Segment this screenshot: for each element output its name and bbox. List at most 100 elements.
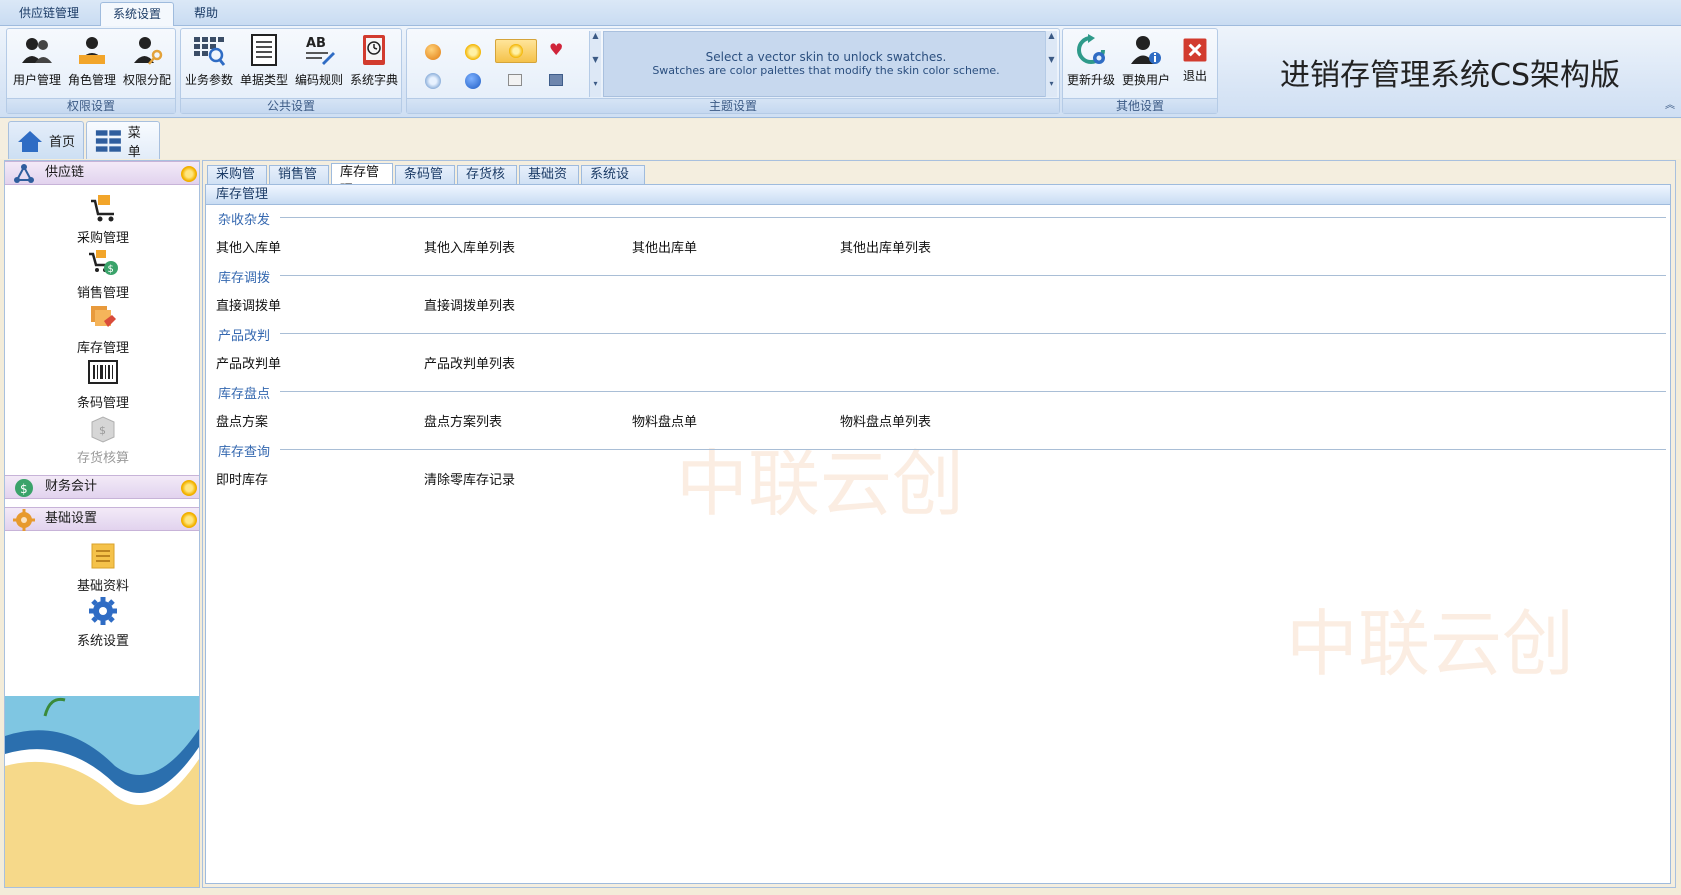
grid-search-icon xyxy=(194,37,226,66)
switch-user-button[interactable]: 更换用户 xyxy=(1118,31,1174,95)
menu-grid-icon xyxy=(95,129,121,152)
link-clear-zero-inventory[interactable]: 清除零库存记录 xyxy=(424,469,515,488)
section-divider xyxy=(280,333,1666,334)
section-inventory-query: 库存查询 xyxy=(218,445,271,460)
sun-icon xyxy=(181,480,197,496)
user-management-button[interactable]: 用户管理 xyxy=(9,31,65,95)
app-title: 进销存管理系统CS架构版 xyxy=(1280,58,1620,93)
skin-swatch-dark[interactable] xyxy=(549,74,563,86)
inventory-panel: 中联云创 中联云创 库存管理 杂收杂发 其他入库单 其他入库单列表 其他出库单 … xyxy=(205,184,1671,884)
ribbon-tab-system-settings[interactable]: 系统设置 xyxy=(100,2,174,26)
role-icon xyxy=(79,37,105,64)
link-other-outbound-list[interactable]: 其他出库单列表 xyxy=(840,237,931,256)
key-user-icon xyxy=(134,37,163,65)
notes-icon xyxy=(91,543,115,569)
link-product-regrade[interactable]: 产品改判单 xyxy=(216,353,281,372)
users-icon xyxy=(22,38,52,63)
skin-swatch-snowflake[interactable] xyxy=(425,73,441,89)
nav-item-sales[interactable]: $ 销售管理 xyxy=(5,248,199,306)
section-divider xyxy=(280,275,1666,276)
module-tab-bar: 采购管理 销售管理 库存管理 条码管理 存货核算 基础资料 系统设置 xyxy=(203,163,1675,200)
system-dictionary-button[interactable]: 系统字典 xyxy=(346,31,402,95)
watermark: 中联云创 xyxy=(676,442,965,526)
watermark: 中联云创 xyxy=(1286,602,1575,686)
ribbon-collapse-icon[interactable]: ︽ xyxy=(1665,96,1675,111)
svg-text:AB: AB xyxy=(306,36,326,51)
ribbon-tab-supply-chain[interactable]: 供应链管理 xyxy=(8,2,90,26)
skin-gallery[interactable]: ♥ xyxy=(407,31,595,97)
tab-inventory[interactable]: 库存管理 xyxy=(331,163,393,198)
tab-sales[interactable]: 销售管理 xyxy=(269,165,329,200)
role-management-button[interactable]: 角色管理 xyxy=(64,31,120,95)
link-product-regrade-list[interactable]: 产品改判单列表 xyxy=(424,353,515,372)
sun-icon xyxy=(181,512,197,528)
svg-text:$: $ xyxy=(20,482,28,496)
nav-item-purchase[interactable]: 采购管理 xyxy=(5,193,199,251)
cart-icon xyxy=(91,195,114,222)
nav-item-barcode[interactable]: 条码管理 xyxy=(5,358,199,416)
link-realtime-inventory[interactable]: 即时库存 xyxy=(216,469,268,488)
box-money-icon: $ xyxy=(91,416,115,443)
nav-item-system-settings[interactable]: 系统设置 xyxy=(5,596,199,654)
tab-system-settings[interactable]: 系统设置 xyxy=(581,165,645,200)
skin-swatch-selected[interactable] xyxy=(495,39,537,63)
encoding-rules-button[interactable]: AB 编码规则 xyxy=(291,31,347,95)
refresh-gear-icon xyxy=(1077,34,1105,64)
link-other-outbound[interactable]: 其他出库单 xyxy=(632,237,697,256)
dictionary-icon xyxy=(363,35,385,65)
nav-item-costing[interactable]: $ 存货核算 xyxy=(5,413,199,471)
close-icon xyxy=(1183,38,1207,62)
link-material-stocktake-list[interactable]: 物料盘点单列表 xyxy=(840,411,931,430)
business-params-button[interactable]: 业务参数 xyxy=(181,31,237,95)
link-direct-transfer[interactable]: 直接调拨单 xyxy=(216,295,281,314)
skin-gallery-scrollbar[interactable]: ▲ ▼ ▾ xyxy=(589,31,601,97)
user-info-icon xyxy=(1131,36,1161,64)
nav-item-inventory[interactable]: 库存管理 xyxy=(5,303,199,361)
tab-barcode[interactable]: 条码管理 xyxy=(395,165,455,200)
skin-swatch-sun[interactable] xyxy=(465,44,481,60)
settings-gear-icon xyxy=(89,597,117,625)
link-material-stocktake[interactable]: 物料盘点单 xyxy=(632,411,697,430)
ribbon-tab-help[interactable]: 帮助 xyxy=(184,2,228,26)
skin-swatch-heart[interactable]: ♥ xyxy=(549,42,563,58)
group-other: 更新升级 更换用户 退出 其他设置 xyxy=(1062,28,1218,114)
swatch-scrollbar[interactable]: ▲ ▼ ▾ xyxy=(1045,31,1057,97)
link-direct-transfer-list[interactable]: 直接调拨单列表 xyxy=(424,295,515,314)
money-icon: $ xyxy=(15,479,33,497)
document-type-button[interactable]: 单据类型 xyxy=(236,31,292,95)
tab-base-data[interactable]: 基础资料 xyxy=(519,165,579,200)
link-stocktake-plan[interactable]: 盘点方案 xyxy=(216,411,268,430)
skin-swatch-blue[interactable] xyxy=(465,73,481,89)
tab-home[interactable]: 首页 xyxy=(8,121,84,159)
nav-item-base-data[interactable]: 基础资料 xyxy=(5,541,199,599)
panel-title: 库存管理 xyxy=(206,185,1670,205)
link-other-inbound[interactable]: 其他入库单 xyxy=(216,237,281,256)
nav-section-base-settings[interactable]: 基础设置 xyxy=(5,507,199,531)
svg-text:$: $ xyxy=(108,264,114,275)
permission-assign-button[interactable]: 权限分配 xyxy=(119,31,175,95)
exit-button[interactable]: 退出 xyxy=(1173,31,1217,95)
nav-section-finance[interactable]: $ 财务会计 xyxy=(5,475,199,499)
document-tab-bar: 首页 菜单 xyxy=(0,119,1681,160)
barcode-icon xyxy=(88,360,118,384)
tab-costing[interactable]: 存货核算 xyxy=(457,165,517,200)
group-permission-label: 权限设置 xyxy=(7,98,175,113)
update-upgrade-button[interactable]: 更新升级 xyxy=(1063,31,1119,95)
group-public: 业务参数 单据类型 AB 编码规则 系统字典 公共设置 xyxy=(180,28,402,114)
section-transfer: 库存调拨 xyxy=(218,271,271,286)
skin-swatch-gray[interactable] xyxy=(508,74,522,86)
tab-purchase[interactable]: 采购管理 xyxy=(207,165,267,200)
svg-text:$: $ xyxy=(99,424,106,437)
gear-icon xyxy=(13,509,35,531)
skin-message: Select a vector skin to unlock swatches.… xyxy=(603,31,1049,97)
skin-swatch-orange[interactable] xyxy=(425,44,441,60)
tab-menu[interactable]: 菜单 xyxy=(86,121,160,160)
section-product-regrade: 产品改判 xyxy=(218,329,271,344)
section-divider xyxy=(280,391,1666,392)
link-other-inbound-list[interactable]: 其他入库单列表 xyxy=(424,237,515,256)
ribbon-tab-bar: 供应链管理 系统设置 帮助 xyxy=(0,0,1681,26)
link-stocktake-plan-list[interactable]: 盘点方案列表 xyxy=(424,411,502,430)
left-navigation: 供应链 采购管理 $ 销售管理 库存管理 条码管理 $ 存货核算 $ 财务会计 … xyxy=(4,160,200,888)
nav-section-supply-chain[interactable]: 供应链 xyxy=(5,161,199,185)
group-permission: 用户管理 角色管理 权限分配 权限设置 xyxy=(6,28,176,114)
